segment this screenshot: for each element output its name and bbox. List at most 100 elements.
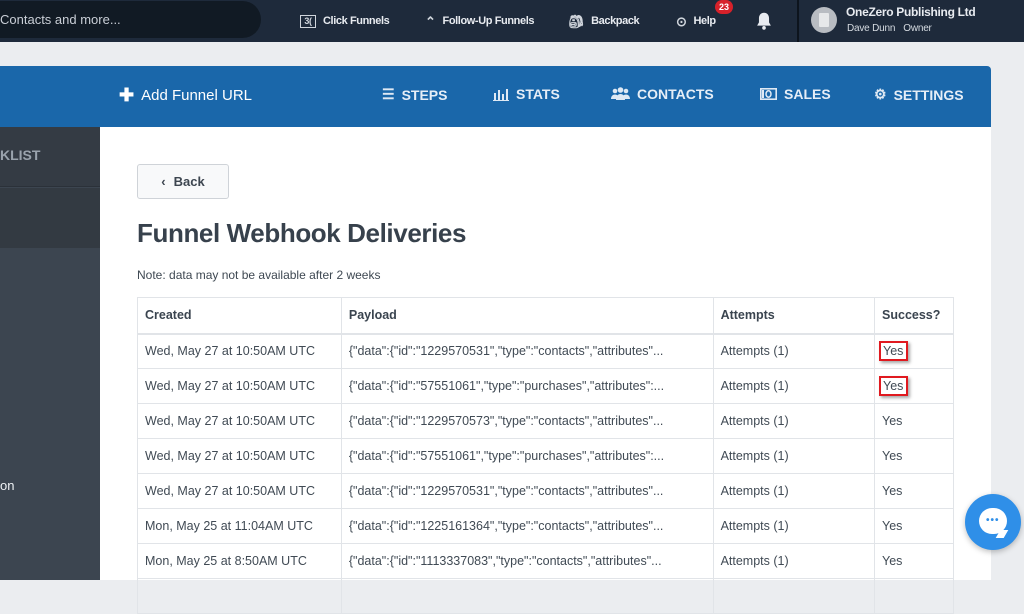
attempts-cell (712, 578, 876, 614)
double-chevron-up-icon: ⌃ (425, 13, 436, 29)
payload-link[interactable]: {"data":{"id":"1113337083","type":"conta… (340, 543, 714, 579)
attempts-link[interactable]: Attempts (1) (712, 543, 876, 579)
column-header-payload: Payload (340, 297, 714, 335)
attempts-link[interactable]: Attempts (1) (712, 438, 876, 474)
created-cell: Wed, May 27 at 10:50AM UTC (137, 403, 342, 439)
column-header-success: Success? (874, 297, 954, 335)
success-cell: Yes (874, 438, 954, 474)
nav-backpack[interactable]: 🎒︎ Backpack (568, 12, 640, 30)
data-retention-note: Note: data may not be available after 2 … (137, 268, 381, 282)
clickfunnels-logo-icon: 3( (300, 14, 316, 28)
money-icon (760, 88, 777, 100)
divider (797, 0, 799, 42)
sidebar-item-label: KLIST (0, 147, 41, 163)
attempts-link[interactable]: Attempts (1) (712, 508, 876, 544)
webhook-deliveries-table: Created Payload Attempts Success? Wed, M… (137, 297, 954, 614)
created-cell: Wed, May 27 at 10:50AM UTC (137, 473, 342, 509)
payload-link[interactable]: {"data":{"id":"57551061","type":"purchas… (340, 368, 714, 404)
tab-steps[interactable]: ☰ STEPS (382, 86, 447, 103)
user-info: Dave Dunn Owner (847, 23, 932, 34)
success-cell: Yes (874, 333, 954, 369)
search-placeholder: Contacts and more... (0, 12, 121, 27)
tab-label: CONTACTS (637, 86, 714, 102)
payload-link[interactable]: {"data":{"id":"1229570531","type":"conta… (340, 473, 714, 509)
help-notification-badge: 23 (715, 0, 733, 14)
attempts-link[interactable]: Attempts (1) (712, 333, 876, 369)
plus-icon: ✚ (119, 85, 135, 105)
tab-contacts[interactable]: CONTACTS (611, 86, 714, 102)
tab-label: SALES (784, 86, 831, 102)
tab-label: STEPS (401, 86, 448, 103)
list-icon: ☰ (382, 86, 395, 102)
table-row: Mon, May 25 at 11:04AM UTC {"data":{"id"… (137, 508, 954, 544)
table-row: Wed, May 27 at 10:50AM UTC {"data":{"id"… (137, 368, 954, 404)
sidebar-item-label[interactable]: on (0, 478, 14, 493)
nav-label: Follow-Up Funnels (442, 15, 535, 27)
attempts-link[interactable]: Attempts (1) (712, 368, 876, 404)
success-cell: Yes (874, 543, 954, 579)
org-name[interactable]: OneZero Publishing Ltd (846, 5, 976, 19)
bar-chart-icon (493, 88, 509, 101)
lifebuoy-icon: ⊙ (676, 13, 687, 29)
top-navbar: Contacts and more... 3( Click Funnels ⌃ … (0, 0, 1024, 42)
created-cell: Mon, May 25 at 8:50AM UTC (137, 543, 342, 579)
nav-label: Click Funnels (323, 15, 390, 27)
sidebar-item-active[interactable] (0, 188, 100, 248)
sidebar-item-checklist[interactable]: KLIST (0, 127, 100, 187)
created-cell: Wed, May 27 at 10:50AM UTC (137, 438, 342, 474)
page-title: Funnel Webhook Deliveries (137, 218, 467, 248)
table-row: Wed, May 27 at 10:50AM UTC {"data":{"id"… (137, 438, 954, 474)
ellipsis-icon: ••• (986, 515, 1000, 526)
payload-link[interactable]: {"data":{"id":"1229570531","type":"conta… (340, 333, 714, 369)
bell-icon[interactable] (753, 10, 775, 32)
attempts-link[interactable]: Attempts (1) (712, 403, 876, 439)
tab-settings[interactable]: ⚙ SETTINGS (874, 86, 964, 103)
highlighted-success-value: Yes (879, 376, 909, 396)
left-sidebar: KLIST on (0, 127, 100, 580)
success-cell (874, 578, 954, 614)
nav-label: Backpack (591, 15, 640, 27)
table-row: Wed, May 27 at 10:50AM UTC {"data":{"id"… (137, 473, 954, 509)
tab-sales[interactable]: SALES (760, 86, 831, 102)
table-header-row: Created Payload Attempts Success? (137, 297, 954, 335)
building-icon (819, 13, 829, 27)
nav-help[interactable]: ⊙ Help (676, 12, 716, 30)
payload-cell (340, 578, 714, 614)
chat-widget-button[interactable]: ••• (965, 494, 1021, 550)
avatar[interactable] (811, 7, 837, 33)
nav-follow-up-funnels[interactable]: ⌃ Follow-Up Funnels (425, 12, 534, 30)
created-cell: Wed, May 27 at 10:50AM UTC (137, 333, 342, 369)
tab-label: STATS (516, 86, 560, 102)
add-funnel-url-label: Add Funnel URL (141, 87, 252, 104)
funnel-tabs-bar: ✚ Add Funnel URL ☰ STEPS STATS CONTACTS … (0, 66, 991, 127)
nav-click-funnels[interactable]: 3( Click Funnels (300, 12, 390, 30)
tab-stats[interactable]: STATS (493, 86, 560, 102)
backpack-icon: 🎒︎ (568, 13, 585, 29)
back-label: Back (173, 174, 205, 189)
table-row: Wed, May 27 at 10:50AM UTC {"data":{"id"… (137, 333, 954, 369)
success-cell: Yes (874, 403, 954, 439)
tab-label: SETTINGS (893, 86, 964, 103)
created-cell (137, 578, 342, 614)
search-input[interactable]: Contacts and more... (0, 1, 261, 38)
column-header-attempts: Attempts (712, 297, 876, 335)
column-header-created: Created (137, 297, 342, 335)
success-cell: Yes (874, 508, 954, 544)
back-button[interactable]: ‹ Back (137, 164, 229, 199)
payload-link[interactable]: {"data":{"id":"1225161364","type":"conta… (340, 508, 714, 544)
table-row (137, 578, 954, 614)
created-cell: Wed, May 27 at 10:50AM UTC (137, 368, 342, 404)
table-row: Mon, May 25 at 8:50AM UTC {"data":{"id":… (137, 543, 954, 579)
attempts-link[interactable]: Attempts (1) (712, 473, 876, 509)
highlighted-success-value: Yes (879, 341, 909, 362)
success-cell: Yes (874, 473, 954, 509)
payload-link[interactable]: {"data":{"id":"57551061","type":"purchas… (340, 438, 714, 474)
user-role: Owner (903, 23, 932, 34)
created-cell: Mon, May 25 at 11:04AM UTC (137, 508, 342, 544)
table-row: Wed, May 27 at 10:50AM UTC {"data":{"id"… (137, 403, 954, 439)
payload-link[interactable]: {"data":{"id":"1229570573","type":"conta… (340, 403, 714, 439)
user-name: Dave Dunn (847, 23, 896, 34)
chevron-left-icon: ‹ (161, 174, 166, 189)
main-content: ‹ Back Funnel Webhook Deliveries Note: d… (100, 127, 991, 614)
add-funnel-url-button[interactable]: ✚ Add Funnel URL (119, 85, 252, 106)
